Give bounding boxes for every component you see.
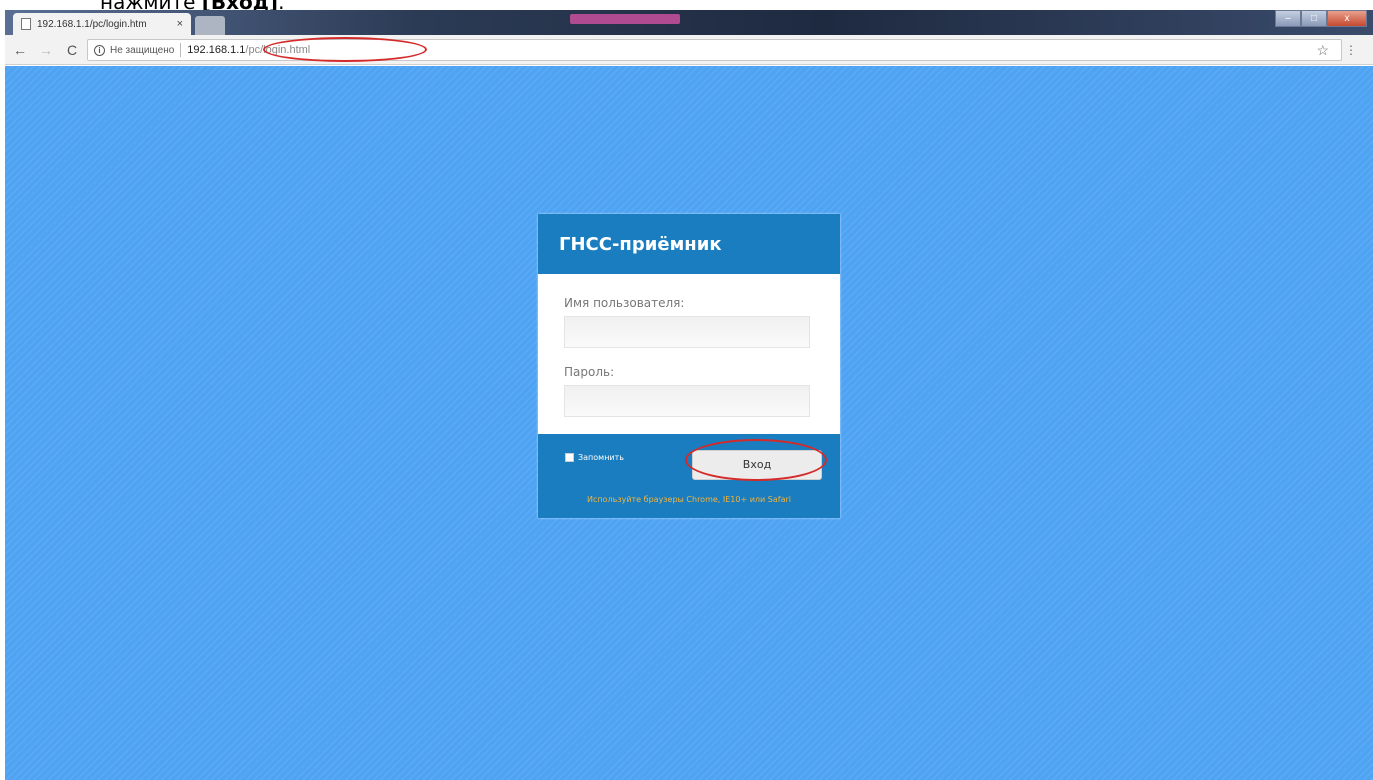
new-tab-button[interactable] bbox=[195, 16, 225, 35]
remember-label: Запомнить bbox=[578, 453, 624, 462]
address-divider bbox=[180, 43, 182, 57]
browser-menu-icon[interactable]: ⋮ bbox=[1345, 43, 1357, 57]
browser-tab[interactable]: 192.168.1.1/pc/login.htm × bbox=[13, 13, 191, 35]
taskbar-highlight bbox=[570, 14, 680, 24]
back-arrow-icon[interactable]: ← bbox=[9, 39, 31, 61]
button-highlight-ellipse bbox=[685, 439, 827, 481]
browser-window: 192.168.1.1/pc/login.htm × – □ x ← → C i… bbox=[5, 10, 1373, 780]
login-card: ГНСС-приёмник Имя пользователя: Пароль: … bbox=[538, 214, 840, 518]
login-title: ГНСС-приёмник bbox=[559, 233, 722, 255]
reload-icon[interactable]: C bbox=[61, 39, 83, 61]
tab-close-icon[interactable]: × bbox=[177, 18, 183, 30]
password-field[interactable] bbox=[564, 385, 810, 417]
bookmark-star-icon[interactable]: ☆ bbox=[1316, 42, 1329, 59]
minimize-button[interactable]: – bbox=[1275, 10, 1301, 27]
tab-title: 192.168.1.1/pc/login.htm bbox=[37, 18, 147, 30]
security-label[interactable]: Не защищено bbox=[110, 45, 174, 56]
maximize-button[interactable]: □ bbox=[1301, 10, 1327, 27]
info-icon[interactable]: i bbox=[94, 44, 105, 56]
page-content: ГНСС-приёмник Имя пользователя: Пароль: … bbox=[5, 66, 1373, 780]
url-host: 192.168.1.1 bbox=[187, 44, 246, 56]
close-window-button[interactable]: x bbox=[1327, 10, 1367, 27]
page-icon bbox=[21, 18, 31, 30]
password-label: Пароль: bbox=[564, 365, 615, 379]
remember-checkbox[interactable] bbox=[565, 453, 574, 462]
login-header: ГНСС-приёмник bbox=[538, 214, 840, 274]
login-form: Имя пользователя: Пароль: bbox=[538, 274, 840, 434]
browser-toolbar: ← → C i Не защищено 192.168.1.1/pc/login… bbox=[5, 35, 1373, 65]
forward-arrow-icon[interactable]: → bbox=[35, 39, 57, 61]
remember-me[interactable]: Запомнить bbox=[565, 453, 624, 462]
username-field[interactable] bbox=[564, 316, 810, 348]
tab-strip: 192.168.1.1/pc/login.htm × – □ x bbox=[5, 10, 1373, 35]
login-footer: Запомнить Вход Используйте браузеры Chro… bbox=[538, 434, 840, 518]
window-controls: – □ x bbox=[1275, 10, 1367, 27]
url-highlight-ellipse bbox=[263, 37, 427, 62]
browser-support-note: Используйте браузеры Chrome, IE10+ или S… bbox=[587, 495, 791, 504]
username-label: Имя пользователя: bbox=[564, 296, 685, 310]
address-bar[interactable]: i Не защищено 192.168.1.1/pc/login.html … bbox=[87, 37, 1357, 62]
